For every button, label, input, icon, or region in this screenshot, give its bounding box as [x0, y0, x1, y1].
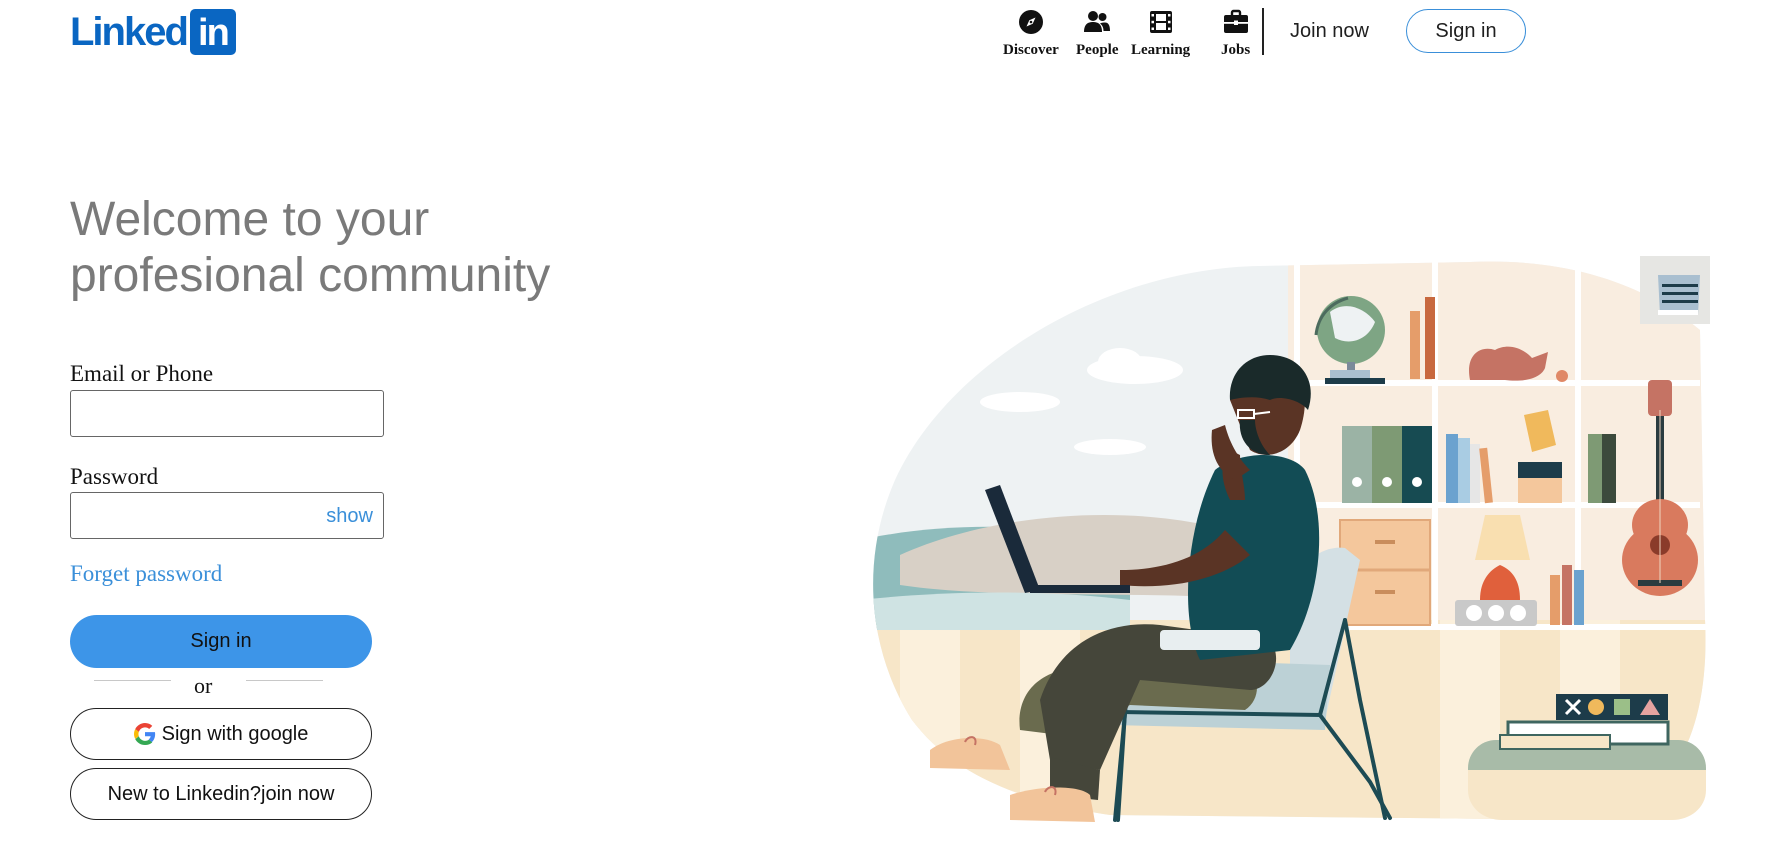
email-field-box — [70, 390, 384, 437]
or-divider-right — [246, 680, 323, 681]
join-now-link[interactable]: Join now — [1290, 18, 1369, 44]
nav-people-label: People — [1076, 42, 1119, 58]
or-divider-left — [94, 680, 171, 681]
nav-discover[interactable]: Discover — [1003, 8, 1059, 64]
film-icon — [1149, 11, 1172, 33]
nav-people[interactable]: People — [1076, 8, 1119, 64]
compass-icon — [1018, 10, 1043, 34]
nav-jobs-label: Jobs — [1221, 42, 1251, 58]
google-button-label: Sign with google — [161, 722, 309, 745]
nav-learning-label: Learning — [1131, 42, 1191, 58]
nav-learning[interactable]: Learning — [1131, 8, 1190, 64]
page-title: Welcome to your profesional community — [70, 193, 551, 302]
logo-wordmark: Linked — [70, 10, 189, 54]
person-working-on-laptop-illustration — [873, 256, 1712, 822]
google-sign-in-button[interactable]: Sign with google — [70, 708, 372, 760]
show-password-toggle[interactable]: show — [326, 505, 373, 527]
join-now-button[interactable]: New to Linkedin?join now — [70, 768, 372, 820]
password-field-box: show — [70, 492, 384, 539]
email-label: Email or Phone — [70, 361, 214, 386]
linkedin-logo[interactable]: Linked in — [70, 9, 236, 55]
forget-password-link[interactable]: Forget password — [70, 561, 222, 587]
email-field[interactable] — [71, 391, 383, 436]
people-icon — [1084, 11, 1111, 32]
logo-in-box: in — [189, 9, 236, 55]
nav-discover-label: Discover — [1003, 42, 1059, 58]
nav-jobs[interactable]: Jobs — [1221, 8, 1250, 64]
nav-divider — [1262, 8, 1264, 55]
google-icon — [133, 723, 155, 745]
header-sign-in-button[interactable]: Sign in — [1406, 9, 1526, 53]
password-label: Password — [70, 464, 159, 489]
sign-in-button[interactable]: Sign in — [70, 615, 372, 668]
briefcase-icon — [1223, 9, 1248, 33]
or-separator-text: or — [194, 673, 213, 698]
